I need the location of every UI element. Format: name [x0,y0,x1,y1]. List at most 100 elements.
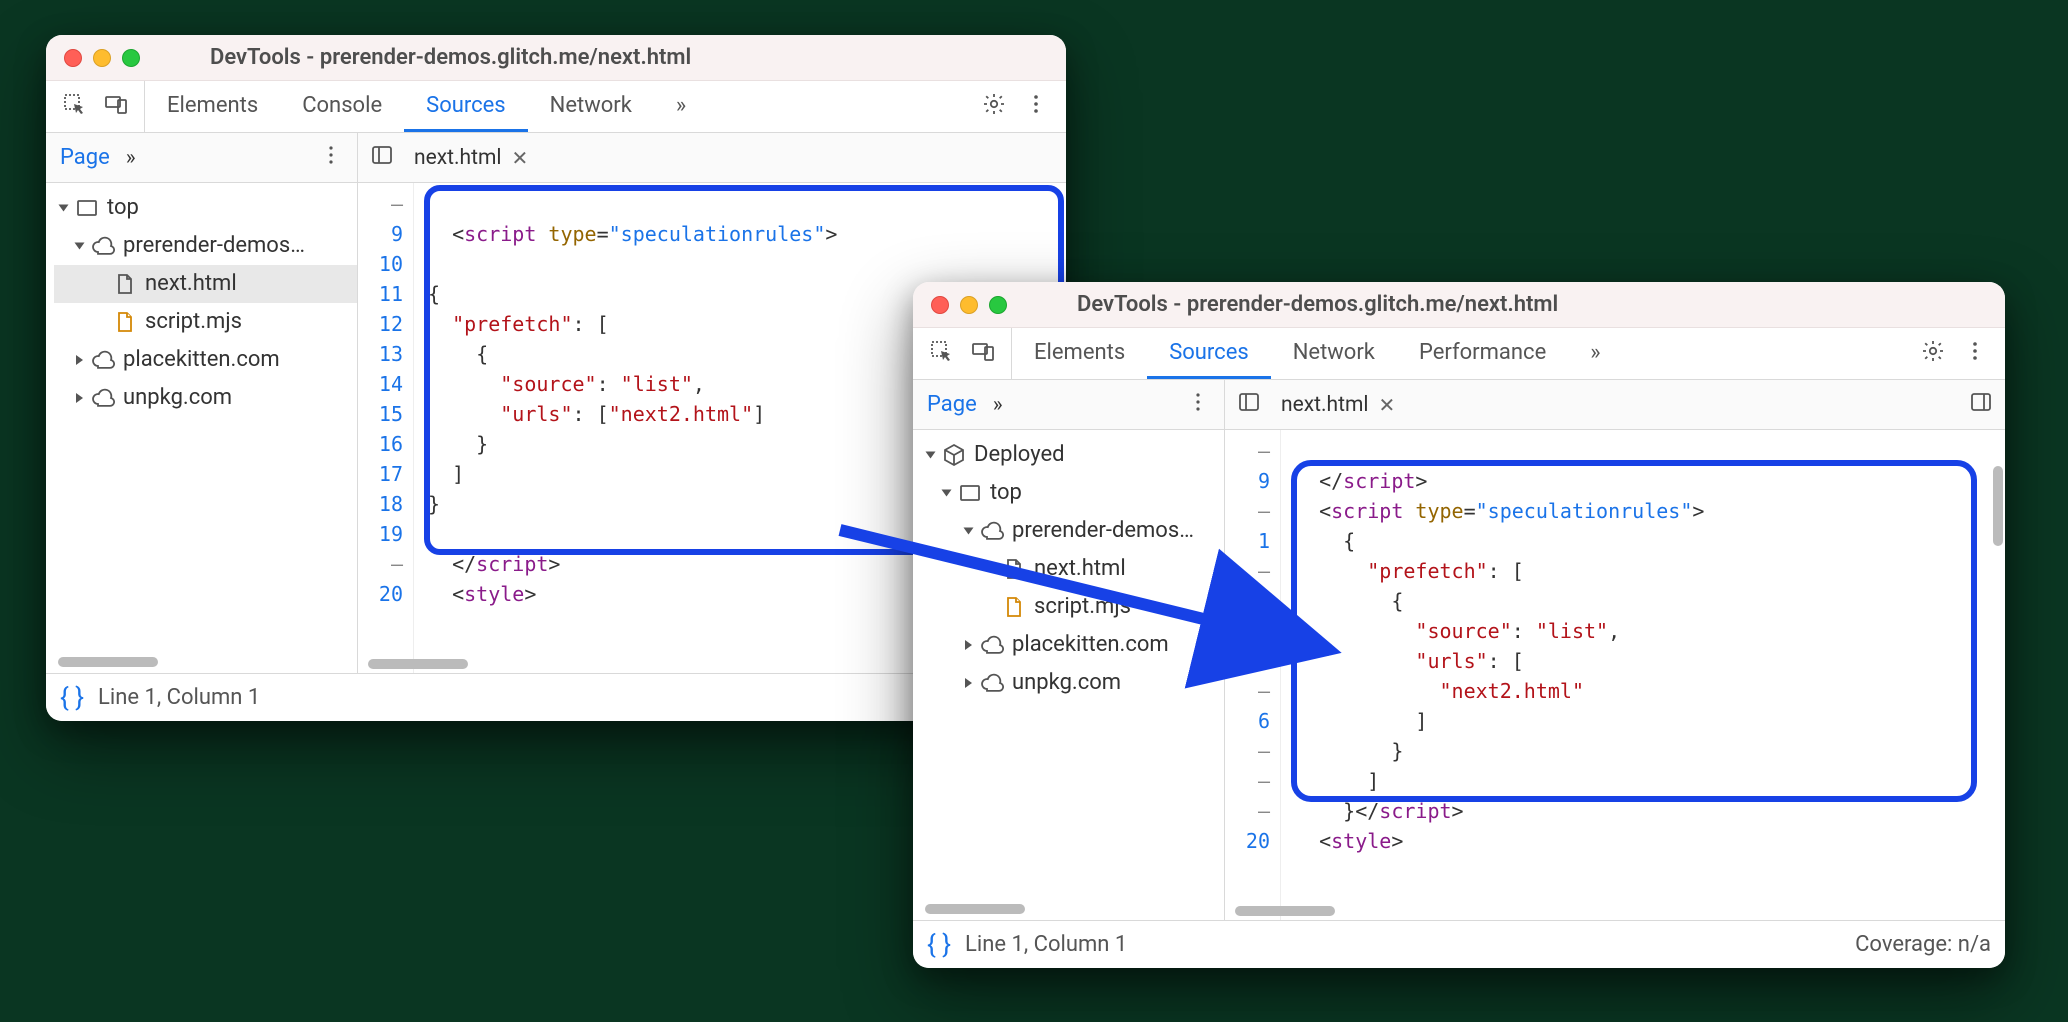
code-line: "urls": ["next2.html"] [428,402,765,426]
sidebar-scrollbar[interactable] [58,657,158,667]
tree-domain-prerender[interactable]: prerender-demos… [921,512,1224,550]
code-line: ] [1295,769,1379,793]
code-line: { [428,342,488,366]
inspect-icon[interactable] [62,92,86,122]
cursor-position: Line 1, Column 1 [98,685,260,710]
page-panel-menu-icon[interactable] [319,143,343,173]
tree-domain-unpkg[interactable]: unpkg.com [54,379,357,417]
cloud-icon [980,519,1004,543]
kebab-menu-icon[interactable] [1024,92,1048,122]
code-line: "source": "list", [1295,619,1620,643]
js-file-icon [113,310,137,334]
code-line [428,522,440,546]
code-line: </script> [428,552,560,576]
pretty-print-icon[interactable]: { } [60,683,84,713]
minimize-window-button[interactable] [960,296,978,314]
code-line: ] [428,462,464,486]
more-tabs-icon[interactable]: » [126,146,136,170]
line-gutter: –910111213141516171819–20 [358,183,414,673]
inspect-icon[interactable] [929,339,953,369]
code-line: ] [1295,709,1427,733]
file-tab-label: next.html [414,146,502,170]
code-line: { [1295,529,1355,553]
tree-top[interactable]: top [921,474,1224,512]
code-line: "urls": [ [1295,649,1524,673]
code-line: { [1295,589,1403,613]
horizontal-scrollbar[interactable] [368,659,468,669]
titlebar: DevTools - prerender-demos.glitch.me/nex… [46,35,1066,81]
sources-subbar: Page » next.html ✕ [46,133,1066,183]
horizontal-scrollbar[interactable] [1235,906,1335,916]
close-file-tab-icon[interactable]: ✕ [512,146,529,170]
tree-file-script-mjs[interactable]: script.mjs [54,303,357,341]
page-tab[interactable]: Page [60,145,110,170]
vertical-scrollbar[interactable] [1993,466,2003,546]
cloud-icon [91,386,115,410]
main-tabbar: Elements Console Sources Network » [46,81,1066,133]
tree-top[interactable]: top [54,189,357,227]
device-mode-icon[interactable] [104,92,128,122]
tree-file-script-mjs[interactable]: script.mjs [921,588,1224,626]
minimize-window-button[interactable] [93,49,111,67]
code-line: <script type="speculationrules"> [1295,499,1704,523]
code-line [428,252,440,276]
tab-network[interactable]: Network [528,81,654,132]
device-mode-icon[interactable] [971,339,995,369]
tab-elements[interactable]: Elements [145,81,280,132]
package-icon [942,443,966,467]
navigator-sidebar: Deployed top prerender-demos… next.html [913,430,1225,920]
code-line: { [428,282,440,306]
tab-sources[interactable]: Sources [1147,328,1271,379]
pretty-print-icon[interactable]: { } [927,930,951,960]
code-line: "source": "list", [428,372,705,396]
devtools-window-right: DevTools - prerender-demos.glitch.me/nex… [913,282,2005,968]
tree-domain-prerender[interactable]: prerender-demos… [54,227,357,265]
traffic-lights [64,49,140,67]
zoom-window-button[interactable] [122,49,140,67]
toggle-navigator-icon[interactable] [1237,390,1261,420]
cursor-position: Line 1, Column 1 [965,932,1127,957]
toggle-navigator-icon[interactable] [370,143,394,173]
close-window-button[interactable] [931,296,949,314]
sidebar-scrollbar[interactable] [925,904,1025,914]
code-line: <script type="speculationrules"> [428,222,837,246]
tree-deployed[interactable]: Deployed [921,436,1224,474]
tree-file-next-html[interactable]: next.html [54,265,357,303]
toggle-debugger-panel-icon[interactable] [1969,390,1993,420]
cloud-icon [91,348,115,372]
kebab-menu-icon[interactable] [1963,339,1987,369]
page-tab[interactable]: Page [927,392,977,417]
js-file-icon [1002,595,1026,619]
close-file-tab-icon[interactable]: ✕ [1379,393,1396,417]
more-tabs-icon[interactable]: » [993,393,1003,417]
sources-subbar: Page » next.html ✕ [913,380,2005,430]
code-line: } [1295,739,1403,763]
tree-domain-placekitten[interactable]: placekitten.com [54,341,357,379]
tree-file-next-html[interactable]: next.html [921,550,1224,588]
tab-elements[interactable]: Elements [1012,328,1147,379]
file-tab-next-html[interactable]: next.html ✕ [1273,387,1403,423]
line-gutter: –9–1–3–––6–––20 [1225,430,1281,920]
code-line: </script> [1295,469,1427,493]
tab-performance[interactable]: Performance [1397,328,1568,379]
tab-network[interactable]: Network [1271,328,1397,379]
zoom-window-button[interactable] [989,296,1007,314]
cloud-icon [91,234,115,258]
tab-sources[interactable]: Sources [404,81,528,132]
code-line: <style> [1295,829,1403,853]
settings-icon[interactable] [1921,339,1945,369]
code-line: "next2.html" [1295,679,1584,703]
close-window-button[interactable] [64,49,82,67]
coverage-label: Coverage: n/a [1855,932,1991,957]
file-tab-next-html[interactable]: next.html ✕ [406,140,536,176]
page-panel-menu-icon[interactable] [1186,390,1210,420]
main-tabbar: Elements Sources Network Performance » [913,328,2005,380]
tab-console[interactable]: Console [280,81,404,132]
tree-domain-placekitten[interactable]: placekitten.com [921,626,1224,664]
tree-domain-unpkg[interactable]: unpkg.com [921,664,1224,702]
code-line: "prefetch": [ [428,312,609,336]
tab-more[interactable]: » [1568,328,1622,379]
code-editor[interactable]: –9–1–3–––6–––20 </script> <script type="… [1225,430,2005,920]
settings-icon[interactable] [982,92,1006,122]
tab-more[interactable]: » [654,81,708,132]
